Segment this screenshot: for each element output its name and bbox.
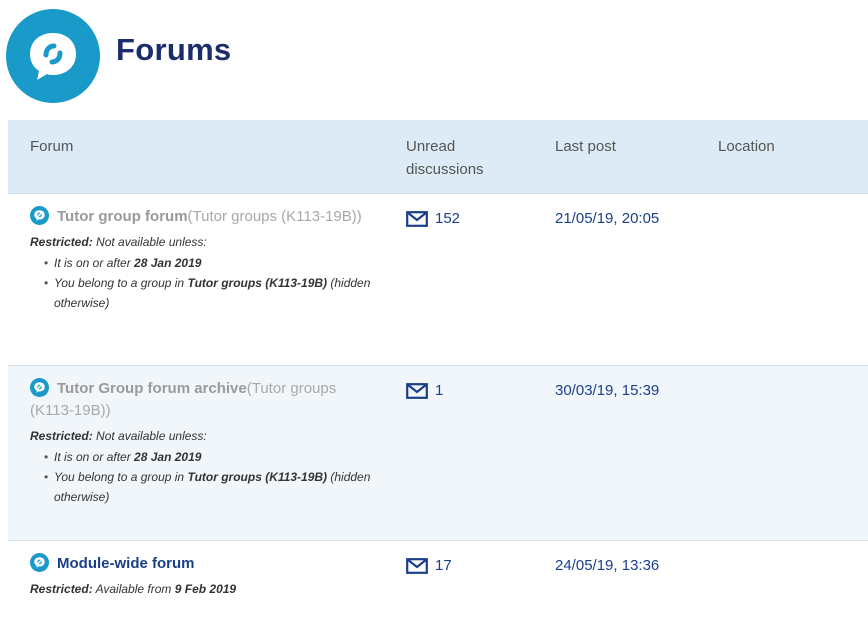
forum-group: (Tutor groups (K113-19B)) xyxy=(187,208,362,225)
restriction-date: 9 Feb 2019 xyxy=(174,582,237,596)
forum-icon xyxy=(30,552,49,572)
condition-item: You belong to a group in Tutor groups (K… xyxy=(44,467,382,507)
condition-item: It is on or after 28 Jan 2019 xyxy=(44,447,382,467)
condition-text: You belong to a group in xyxy=(54,276,188,290)
restriction-label: Restricted: xyxy=(30,582,93,596)
restriction-text: Not available unless: xyxy=(92,429,207,443)
condition-group: Tutor groups (K113-19B) xyxy=(187,470,328,484)
forum-link[interactable]: Module-wide forum xyxy=(57,555,195,572)
forum-cell: Tutor Group forum archive(Tutor groups (… xyxy=(30,377,382,507)
forum-icon xyxy=(30,205,49,225)
restriction-conditions: It is on or after 28 Jan 2019 You belong… xyxy=(30,253,382,313)
envelope-icon xyxy=(406,557,428,574)
forum-cell: Tutor group forum(Tutor groups (K113-19B… xyxy=(30,205,382,313)
restriction-label: Restricted: xyxy=(30,235,93,249)
unread-count: 152 xyxy=(435,210,461,227)
forums-logo-icon xyxy=(6,9,100,103)
unread-count-link[interactable]: 17 xyxy=(406,557,452,574)
forum-link[interactable]: Tutor group forum xyxy=(57,208,188,225)
condition-text: It is on or after xyxy=(54,450,135,464)
column-header-forum[interactable]: Forum xyxy=(30,135,73,158)
restriction-note: Restricted: Not available unless: xyxy=(30,427,382,445)
forum-link[interactable]: Tutor Group forum archive xyxy=(57,380,247,397)
table-header: Forum Unread discussions Last post Locat… xyxy=(8,120,868,194)
restriction-text: Not available unless: xyxy=(92,235,207,249)
last-post-link[interactable]: 24/05/19, 13:36 xyxy=(555,557,659,574)
condition-item: It is on or after 28 Jan 2019 xyxy=(44,253,382,273)
column-header-unread[interactable]: Unread discussions xyxy=(406,135,506,181)
page-title: Forums xyxy=(116,32,232,67)
table-row: Module-wide forum Restricted: Available … xyxy=(8,541,868,621)
restriction-conditions: It is on or after 28 Jan 2019 You belong… xyxy=(30,447,382,507)
unread-count-link[interactable]: 152 xyxy=(406,210,460,227)
condition-text: It is on or after xyxy=(54,256,135,270)
envelope-icon xyxy=(406,382,428,399)
column-header-last-post[interactable]: Last post xyxy=(555,135,616,158)
unread-count-link[interactable]: 1 xyxy=(406,382,443,399)
condition-item: You belong to a group in Tutor groups (K… xyxy=(44,273,382,313)
table-row: Tutor group forum(Tutor groups (K113-19B… xyxy=(8,194,868,366)
condition-text: You belong to a group in xyxy=(54,470,188,484)
table-row: Tutor Group forum archive(Tutor groups (… xyxy=(8,366,868,541)
forum-icon xyxy=(30,377,49,397)
envelope-icon xyxy=(406,210,428,227)
condition-date: 28 Jan 2019 xyxy=(134,450,202,464)
forum-cell: Module-wide forum Restricted: Available … xyxy=(30,552,382,598)
restriction-note: Restricted: Available from 9 Feb 2019 xyxy=(30,580,382,598)
last-post-link[interactable]: 30/03/19, 15:39 xyxy=(555,382,659,399)
unread-count: 17 xyxy=(435,557,452,574)
unread-count: 1 xyxy=(435,382,444,399)
condition-date: 28 Jan 2019 xyxy=(134,256,202,270)
restriction-text: Available from xyxy=(92,582,175,596)
page-header: Forums xyxy=(0,0,868,120)
column-header-location[interactable]: Location xyxy=(718,135,775,158)
condition-group: Tutor groups (K113-19B) xyxy=(187,276,328,290)
last-post-link[interactable]: 21/05/19, 20:05 xyxy=(555,210,659,227)
restriction-note: Restricted: Not available unless: xyxy=(30,233,382,251)
restriction-label: Restricted: xyxy=(30,429,93,443)
forums-table: Forum Unread discussions Last post Locat… xyxy=(8,120,868,621)
